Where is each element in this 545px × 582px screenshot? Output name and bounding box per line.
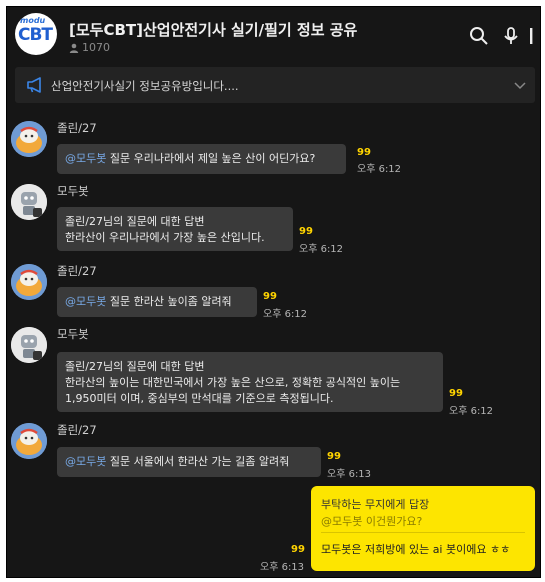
message-time: 오후 6:12 <box>263 309 308 320</box>
reply-divider <box>321 532 525 533</box>
message-text: 질문 우리나라에서 제일 높은 산이 어딘가요? <box>106 152 316 165</box>
bot-avatar-image <box>11 327 47 363</box>
sender-name: 졸린/27 <box>57 264 97 278</box>
megaphone-icon <box>27 77 41 93</box>
bot-avatar[interactable] <box>11 184 47 220</box>
message-line: 한라산이 우리나라에서 가장 높은 산입니다. <box>65 231 265 244</box>
mention[interactable]: @모두봇 <box>65 152 106 165</box>
chatroom-title: [모두CBT]산업안전기사 실기/필기 정보 공유 <box>69 21 358 39</box>
message-line: 졸린/27님의 질문에 대한 답변 <box>65 360 205 373</box>
my-message-bubble[interactable]: 부탁하는 무지에게 답장 @모두봇 이건뭔가요? 모두봇은 저희방에 있는 ai… <box>311 486 535 571</box>
message-line: 1,950미터 이며, 중심부의 만석대를 기준으로 측정됩니다. <box>65 392 334 405</box>
bot-avatar-image <box>11 184 47 220</box>
chat-header: modu CBT [모두CBT]산업안전기사 실기/필기 정보 공유 1070 <box>7 7 540 67</box>
chevron-down-icon[interactable] <box>513 79 527 91</box>
message-time: 오후 6:12 <box>449 406 494 417</box>
mention[interactable]: @모두봇 <box>65 455 106 468</box>
notice-text: 산업안전기사실기 정보공유방입니다.... <box>51 79 239 93</box>
message-bubble[interactable]: 졸린/27님의 질문에 대한 답변 한라산의 높이는 대한민국에서 가장 높은 … <box>57 352 443 412</box>
message-time: 오후 6:12 <box>299 244 344 255</box>
more-icon[interactable] <box>527 26 537 46</box>
search-icon[interactable] <box>469 26 489 46</box>
reply-quote-text[interactable]: @모두봇 이건뭔가요? <box>321 513 422 529</box>
chatroom-avatar[interactable]: modu CBT <box>15 13 57 55</box>
message-bubble[interactable]: @모두봇 질문 한라산 높이좀 알려줘 <box>57 287 257 317</box>
user-avatar[interactable] <box>11 423 47 459</box>
message-bubble[interactable]: 졸린/27님의 질문에 대한 답변 한라산이 우리나라에서 가장 높은 산입니다… <box>57 207 293 251</box>
member-count-value: 1070 <box>82 41 110 54</box>
member-count[interactable]: 1070 <box>69 41 110 54</box>
logo-big-text: CBT <box>18 25 53 45</box>
user-avatar[interactable] <box>11 121 47 157</box>
sender-name: 모두봇 <box>57 184 89 198</box>
message-text: 질문 서울에서 한라산 가는 길좀 알려줘 <box>106 455 290 468</box>
unread-count: 99 <box>299 226 313 237</box>
mention[interactable]: @모두봇 <box>65 295 106 308</box>
user-avatar-image <box>11 264 47 300</box>
user-avatar-image <box>11 121 47 157</box>
bot-avatar[interactable] <box>11 327 47 363</box>
user-avatar-image <box>11 423 47 459</box>
message-text: 질문 한라산 높이좀 알려줘 <box>106 295 232 308</box>
unread-count: 99 <box>291 544 305 555</box>
reply-quote-title: 부탁하는 무지에게 답장 <box>321 498 430 511</box>
unread-count: 99 <box>263 291 277 302</box>
mic-icon[interactable] <box>501 26 521 46</box>
message-line: 졸린/27님의 질문에 대한 답변 <box>65 215 205 228</box>
message-line: 한라산의 높이는 대한민국에서 가장 높은 산으로, 정확한 공식적인 높이는 <box>65 376 401 389</box>
unread-count: 99 <box>327 451 341 462</box>
chat-window: modu CBT [모두CBT]산업안전기사 실기/필기 정보 공유 1070 … <box>6 6 541 578</box>
person-icon <box>69 43 79 53</box>
logo-small-text: modu <box>20 16 46 25</box>
sender-name: 졸린/27 <box>57 423 97 437</box>
message-time: 오후 6:13 <box>260 562 305 573</box>
notice-bar[interactable]: 산업안전기사실기 정보공유방입니다.... <box>15 67 535 103</box>
sender-name: 모두봇 <box>57 327 89 341</box>
message-time: 오후 6:13 <box>327 469 372 480</box>
user-avatar[interactable] <box>11 264 47 300</box>
sender-name: 졸린/27 <box>57 121 97 135</box>
message-time: 오후 6:12 <box>357 164 402 175</box>
unread-count: 99 <box>357 147 371 158</box>
my-message-text: 모두봇은 저희방에 있는 ai 봇이에요 ㅎㅎ <box>321 543 511 556</box>
message-bubble[interactable]: @모두봇 질문 서울에서 한라산 가는 길좀 알려줘 <box>57 447 321 477</box>
unread-count: 99 <box>449 388 463 399</box>
message-bubble[interactable]: @모두봇 질문 우리나라에서 제일 높은 산이 어딘가요? <box>57 144 346 174</box>
